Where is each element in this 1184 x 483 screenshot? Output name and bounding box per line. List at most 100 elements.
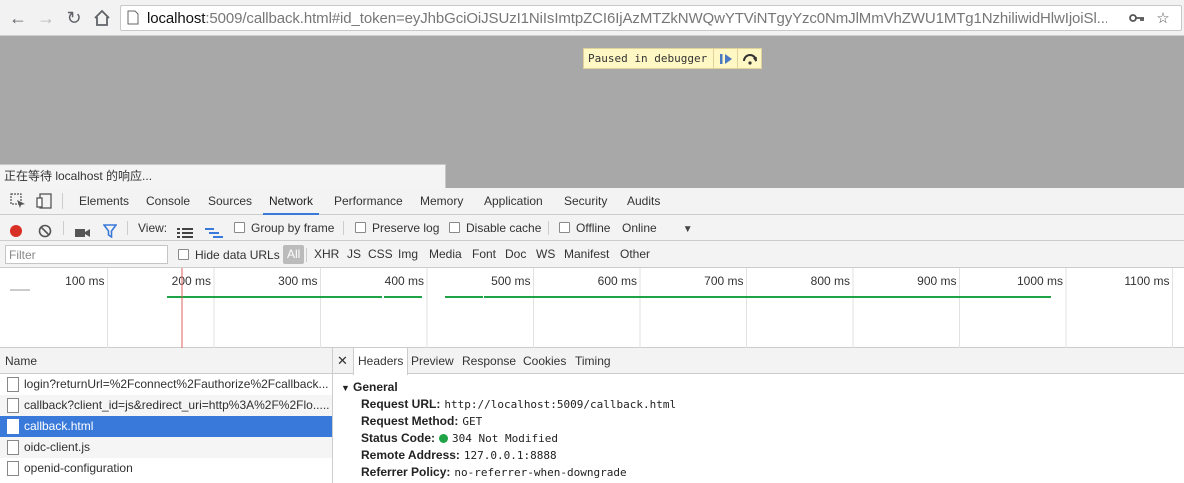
remote-address-row: Remote Address: 127.0.0.1:8888 xyxy=(361,448,557,462)
page-viewport: Paused in debugger 正在等待 localhost 的响应... xyxy=(0,36,1184,188)
bookmark-star-icon[interactable]: ☆ xyxy=(1153,9,1173,29)
general-section: ▼ General Request URL: http://localhost:50… xyxy=(333,374,1184,481)
type-filter-other[interactable]: Other xyxy=(616,245,654,264)
type-filter-font[interactable]: Font xyxy=(468,245,500,264)
request-row[interactable]: callback?client_id=js&redirect_uri=http%… xyxy=(0,395,332,416)
tab-timing[interactable]: Timing xyxy=(571,348,615,374)
address-bar[interactable]: localhost:5009/callback.html#id_token=ey… xyxy=(120,5,1182,31)
name-column-header[interactable]: Name xyxy=(0,348,332,374)
type-filter-all[interactable]: All xyxy=(283,245,305,264)
divider xyxy=(548,221,549,235)
type-filter-ws[interactable]: WS xyxy=(532,245,559,264)
type-filter-manifest[interactable]: Manifest xyxy=(560,245,613,264)
file-icon xyxy=(7,377,19,392)
request-row[interactable]: oidc-client.js xyxy=(0,437,332,458)
preserve-log-checkbox[interactable]: Preserve log xyxy=(355,215,439,241)
overview-tick-label: 500 ms xyxy=(491,274,530,288)
overview-svg: 100 ms 200 ms 300 ms 400 ms 500 ms 600 ms 700 … xyxy=(10,268,1173,348)
details-tab-bar: ✕ Headers Preview Response Cookies Timin… xyxy=(333,348,1184,375)
type-filter-css[interactable]: CSS xyxy=(364,245,397,264)
large-rows-icon[interactable] xyxy=(177,222,193,238)
overview-tick-label: 1000 ms xyxy=(1017,274,1063,288)
status-bubble: 正在等待 localhost 的响应... xyxy=(0,164,446,188)
overview-tick-label: 300 ms xyxy=(278,274,317,288)
page-info-icon[interactable] xyxy=(127,10,141,26)
waterfall-overview-icon[interactable] xyxy=(205,222,223,238)
request-name: callback?client_id=js&redirect_uri=http%… xyxy=(24,398,330,412)
request-row[interactable]: openid-configuration xyxy=(0,458,332,479)
overview-tick-label: 600 ms xyxy=(598,274,637,288)
close-icon[interactable]: ✕ xyxy=(337,348,351,374)
network-overview-timeline[interactable]: 100 ms 200 ms 300 ms 400 ms 500 ms 600 ms 700 … xyxy=(0,268,1184,348)
inspect-element-icon[interactable] xyxy=(10,193,28,211)
request-details-pane: ✕ Headers Preview Response Cookies Timin… xyxy=(333,348,1184,483)
preserve-log-label: Preserve log xyxy=(372,221,440,235)
tab-audits[interactable]: Audits xyxy=(621,188,666,215)
request-row[interactable]: login?returnUrl=%2Fconnect%2Fauthorize%2… xyxy=(0,374,332,395)
url-text[interactable]: localhost:5009/callback.html#id_token=ey… xyxy=(147,10,1107,27)
referrer-policy-row: Referrer Policy: no-referrer-when-downgra… xyxy=(361,465,627,479)
filter-funnel-icon[interactable] xyxy=(102,221,118,239)
group-by-frame-label: Group by frame xyxy=(251,221,335,235)
tab-network[interactable]: Network xyxy=(263,188,320,215)
tab-performance[interactable]: Performance xyxy=(328,188,409,215)
overview-bar xyxy=(167,296,382,298)
tab-response[interactable]: Response xyxy=(458,348,520,374)
throttling-select[interactable]: Online ▼ xyxy=(622,215,693,241)
tab-preview[interactable]: Preview xyxy=(407,348,458,374)
request-name: callback.html xyxy=(24,419,94,433)
type-filter-doc[interactable]: Doc xyxy=(501,245,530,264)
filter-input[interactable] xyxy=(5,245,168,264)
key-icon[interactable] xyxy=(1127,9,1147,29)
hide-data-urls-checkbox[interactable]: Hide data URLs xyxy=(178,242,280,268)
type-filter-js[interactable]: JS xyxy=(343,245,365,264)
clear-icon[interactable] xyxy=(38,221,52,238)
tab-security[interactable]: Security xyxy=(558,188,613,215)
tab-application[interactable]: Application xyxy=(478,188,549,215)
type-filter-xhr[interactable]: XHR xyxy=(310,245,343,264)
capture-screenshots-icon[interactable] xyxy=(75,222,91,237)
record-button[interactable] xyxy=(9,221,23,237)
view-label: View: xyxy=(138,221,168,235)
step-over-icon[interactable] xyxy=(737,48,761,69)
offline-label: Offline xyxy=(576,221,611,235)
paused-label: Paused in debugger xyxy=(588,52,708,65)
request-url-row: Request URL: http://localhost:5009/callba… xyxy=(361,397,677,411)
request-row-selected[interactable]: callback.html xyxy=(0,416,332,437)
tab-elements[interactable]: Elements xyxy=(73,188,135,215)
overview-tick-label: 1100 ms xyxy=(1124,274,1169,288)
tab-console[interactable]: Console xyxy=(140,188,196,215)
general-section-header[interactable]: ▼ General xyxy=(341,378,1184,396)
type-filter-img[interactable]: Img xyxy=(394,245,422,264)
devtools-tab-bar: Elements Console Sources Network Perform… xyxy=(0,188,1184,215)
overview-bar xyxy=(445,296,483,298)
back-arrow-icon[interactable]: ← xyxy=(6,6,30,30)
divider xyxy=(343,221,344,235)
expand-triangle-icon: ▼ xyxy=(341,383,350,393)
request-name: login?returnUrl=%2Fconnect%2Fauthorize%2… xyxy=(24,377,329,391)
group-by-frame-checkbox[interactable]: Group by frame xyxy=(234,215,334,241)
devtools-panel: Elements Console Sources Network Perform… xyxy=(0,188,1184,483)
forward-arrow-icon[interactable]: → xyxy=(34,6,58,30)
browser-toolbar: ← → ↻ localhost:5009/callback.html#id_to… xyxy=(0,0,1184,36)
tab-sources[interactable]: Sources xyxy=(202,188,258,215)
device-toolbar-icon[interactable] xyxy=(36,193,54,211)
tab-headers[interactable]: Headers xyxy=(353,348,409,375)
reload-icon[interactable]: ↻ xyxy=(62,6,86,30)
resume-icon[interactable] xyxy=(713,48,737,69)
paused-in-debugger-banner: Paused in debugger xyxy=(583,48,763,69)
offline-checkbox[interactable]: Offline xyxy=(559,215,610,241)
overview-tick-label: 100 ms xyxy=(65,274,104,288)
disable-cache-checkbox[interactable]: Disable cache xyxy=(449,215,541,241)
request-name: openid-configuration xyxy=(24,461,133,475)
tab-memory[interactable]: Memory xyxy=(414,188,469,215)
dropdown-arrow-icon: ▼ xyxy=(682,224,693,235)
request-method-row: Request Method: GET xyxy=(361,414,483,428)
type-filter-media[interactable]: Media xyxy=(425,245,466,264)
overview-tick-label: 200 ms xyxy=(172,274,211,288)
tab-cookies[interactable]: Cookies xyxy=(519,348,570,374)
overview-tick-label: 900 ms xyxy=(917,274,956,288)
divider xyxy=(306,248,307,262)
home-icon[interactable] xyxy=(90,6,114,30)
request-list: Name login?returnUrl=%2Fconnect%2Fauthor… xyxy=(0,348,333,483)
